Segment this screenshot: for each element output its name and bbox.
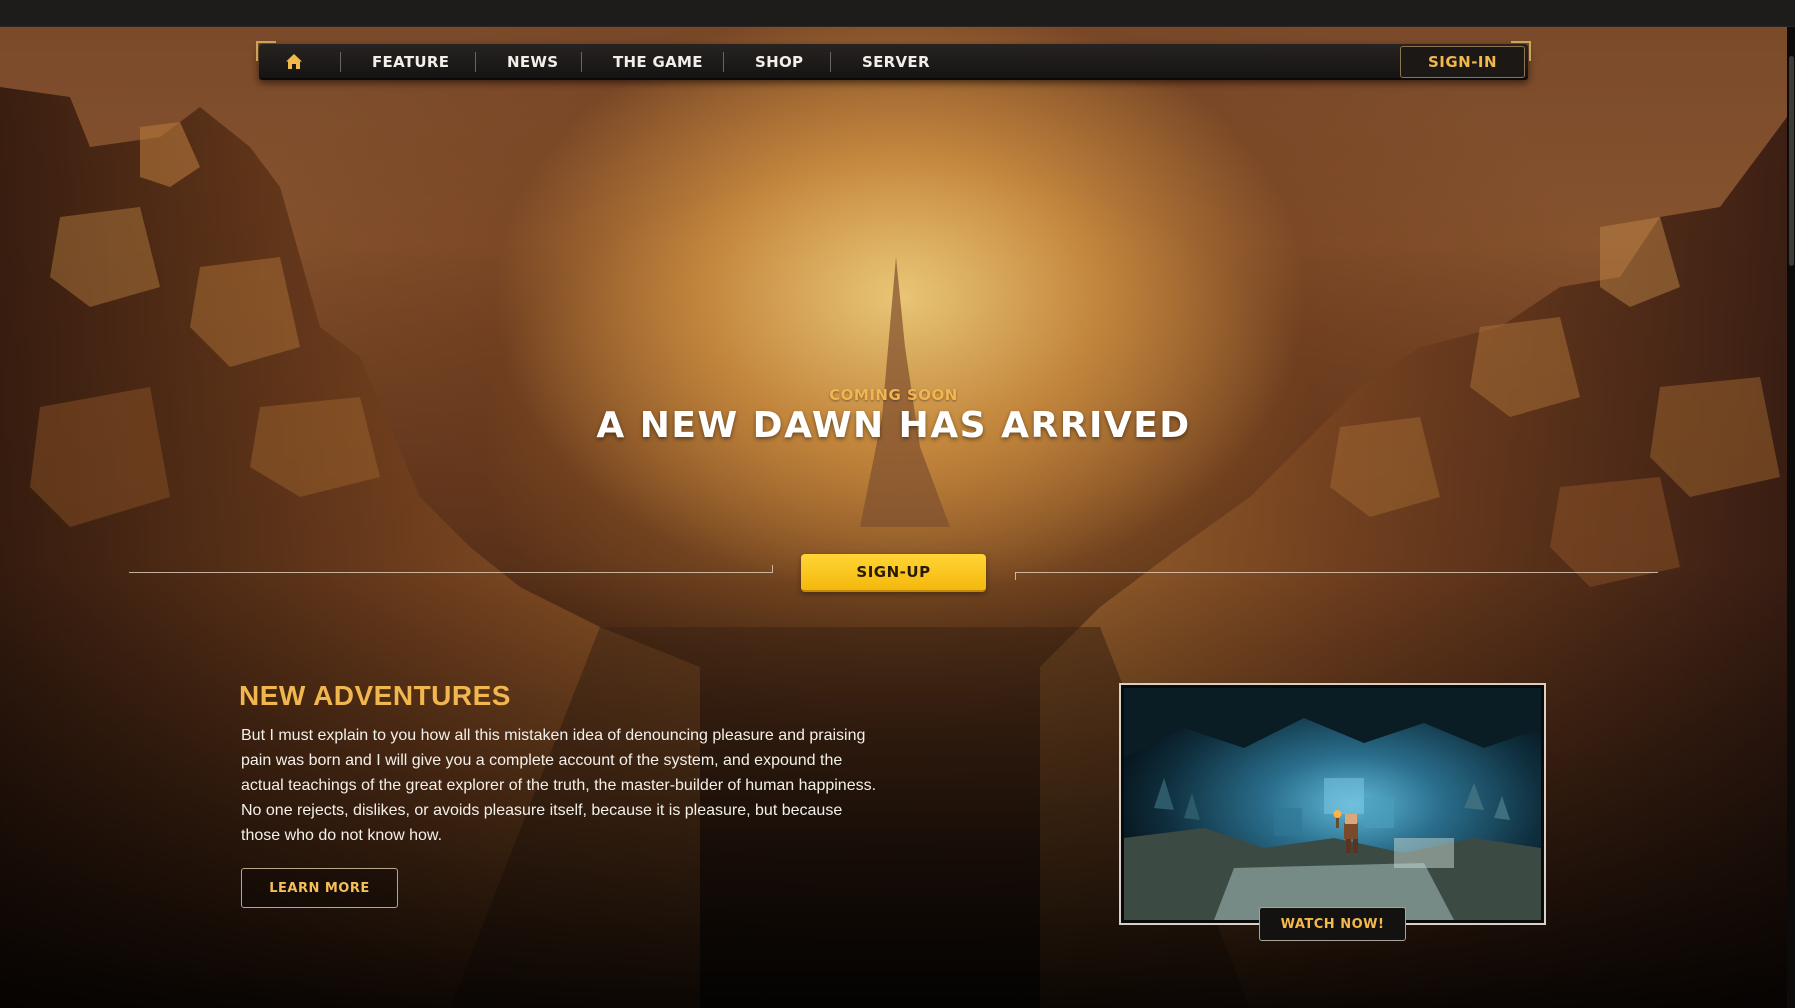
divider-line-right xyxy=(1015,572,1658,573)
navbar-ornament-left xyxy=(256,41,276,61)
sign-up-button[interactable]: SIGN-UP xyxy=(801,554,986,592)
browser-top-bar xyxy=(0,0,1795,27)
nav-item-the-game[interactable]: THE GAME xyxy=(613,44,703,80)
nav-item-news[interactable]: NEWS xyxy=(507,44,558,80)
hero-eyebrow: COMING SOON xyxy=(829,386,958,404)
nav-item-server[interactable]: SERVER xyxy=(862,44,930,80)
video-preview-image xyxy=(1124,688,1541,920)
hero-headline: A NEW DAWN HAS ARRIVED xyxy=(596,405,1191,446)
nav-divider xyxy=(475,52,476,72)
video-thumbnail[interactable] xyxy=(1119,683,1546,925)
divider-line-left xyxy=(129,572,772,573)
section-title: NEW ADVENTURES xyxy=(239,680,511,711)
divider-tick-right xyxy=(1015,572,1016,580)
learn-more-button[interactable]: LEARN MORE xyxy=(241,868,398,908)
section-body-text: But I must explain to you how all this m… xyxy=(241,727,877,844)
home-icon xyxy=(286,54,302,69)
page-scrollbar[interactable] xyxy=(1787,27,1795,1008)
nav-divider xyxy=(581,52,582,72)
nav-item-shop[interactable]: SHOP xyxy=(755,44,803,80)
nav-divider xyxy=(340,52,341,72)
scrollbar-thumb[interactable] xyxy=(1789,56,1794,266)
divider-tick-left xyxy=(772,565,773,573)
watch-now-button[interactable]: WATCH NOW! xyxy=(1259,907,1406,941)
sign-in-button[interactable]: SIGN-IN xyxy=(1400,46,1525,78)
home-link[interactable] xyxy=(283,51,305,73)
main-navbar: FEATURE NEWS THE GAME SHOP SERVER SIGN-I… xyxy=(256,41,1531,80)
nav-item-feature[interactable]: FEATURE xyxy=(372,44,449,80)
nav-divider xyxy=(723,52,724,72)
nav-divider xyxy=(830,52,831,72)
